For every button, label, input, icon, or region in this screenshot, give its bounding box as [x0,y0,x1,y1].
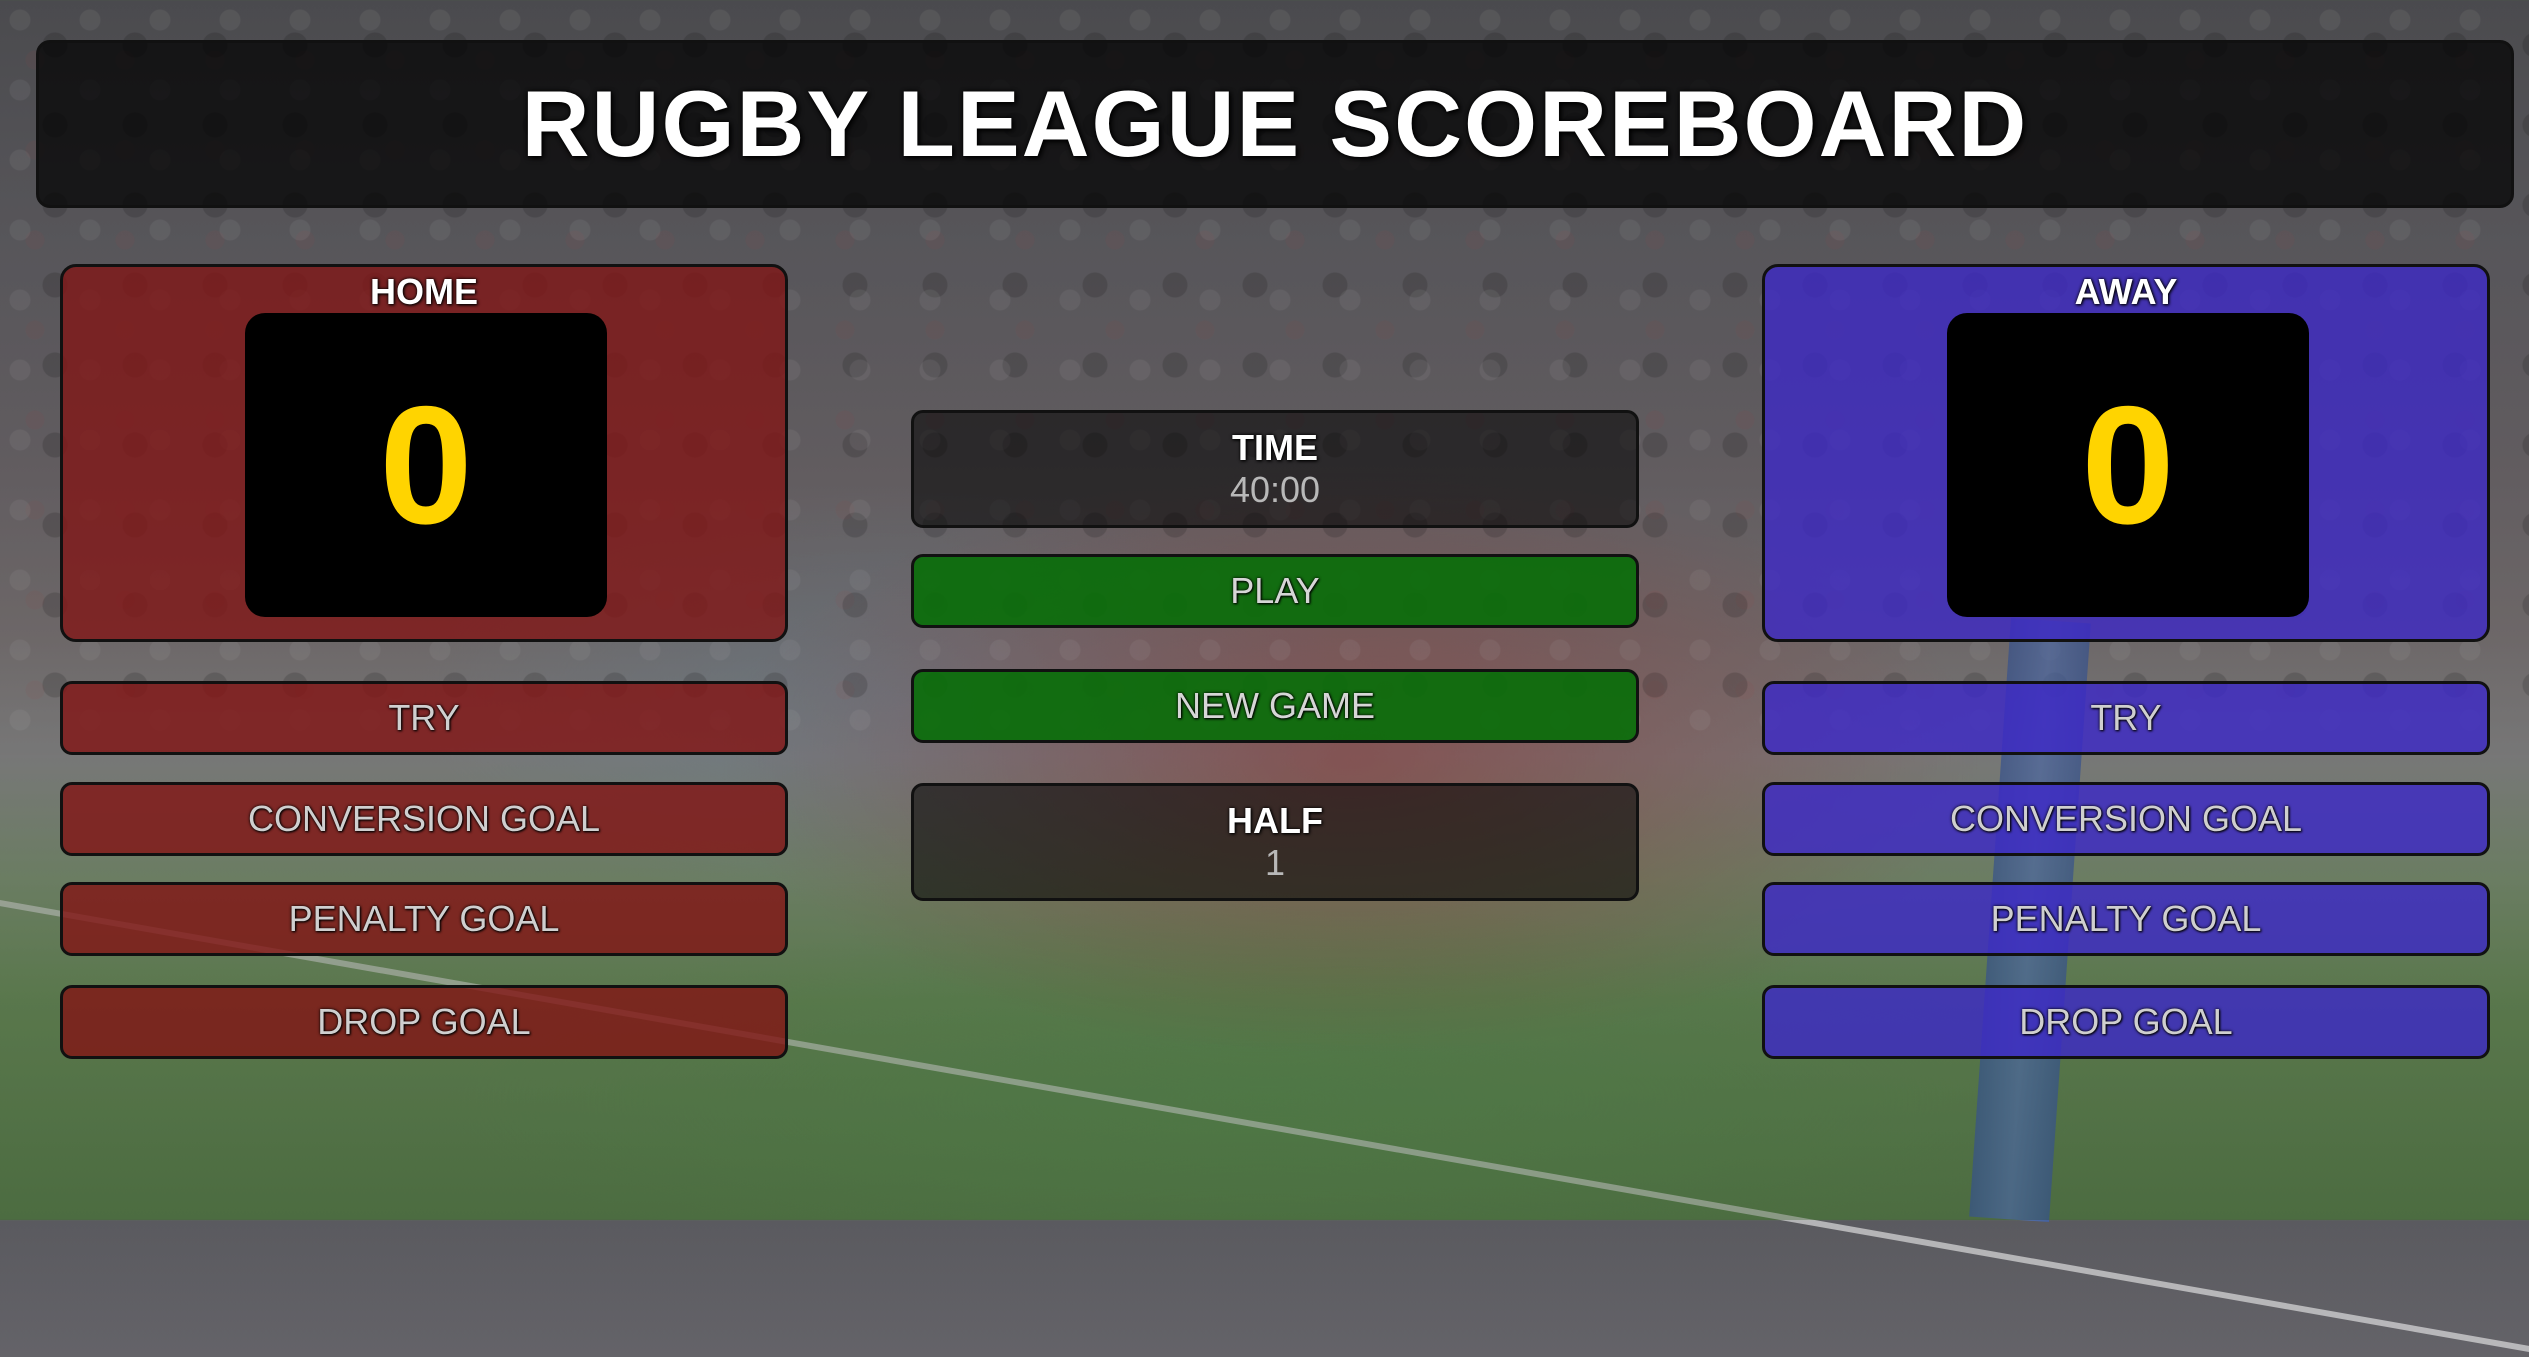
home-conversion-goal-button[interactable]: CONVERSION GOAL [60,782,788,856]
away-conversion-goal-button[interactable]: CONVERSION GOAL [1762,782,2490,856]
away-drop-goal-button[interactable]: DROP GOAL [1762,985,2490,1059]
pitch-line [0,900,2529,1357]
home-drop-goal-button[interactable]: DROP GOAL [60,985,788,1059]
time-label: TIME [1232,427,1318,468]
home-score-display: 0 [245,313,607,617]
time-display: TIME 40:00 [911,410,1639,528]
home-score-panel: HOME 0 [60,264,788,642]
home-team-label: HOME [370,271,478,312]
new-game-button[interactable]: NEW GAME [911,669,1639,743]
half-label: HALF [1227,800,1323,841]
away-score-panel: AWAY 0 [1762,264,2490,642]
away-score-value: 0 [2081,370,2175,559]
play-button[interactable]: PLAY [911,554,1639,628]
home-penalty-goal-button[interactable]: PENALTY GOAL [60,882,788,956]
away-team-label: AWAY [2074,271,2178,312]
home-score-value: 0 [379,370,473,559]
away-try-button[interactable]: TRY [1762,681,2490,755]
home-try-button[interactable]: TRY [60,681,788,755]
time-value: 40:00 [1229,469,1321,510]
away-penalty-goal-button[interactable]: PENALTY GOAL [1762,882,2490,956]
title-bar: RUGBY LEAGUE SCOREBOARD [36,40,2514,208]
away-score-display: 0 [1947,313,2309,617]
half-value: 1 [1264,842,1286,883]
half-display: HALF 1 [911,783,1639,901]
page-title: RUGBY LEAGUE SCOREBOARD [521,71,2029,176]
